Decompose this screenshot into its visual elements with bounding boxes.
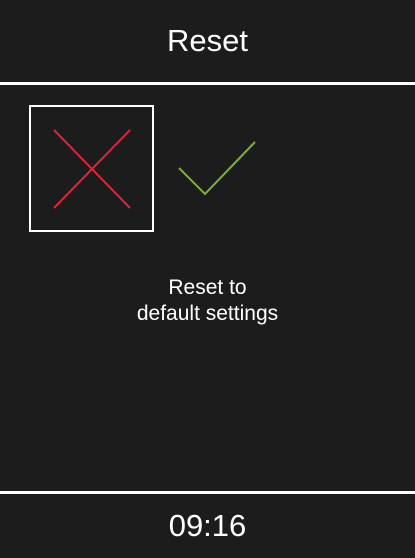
reset-message: Reset to default settings bbox=[0, 275, 415, 327]
header-divider bbox=[0, 82, 415, 85]
screen-title: Reset bbox=[167, 23, 248, 58]
message-line-2: default settings bbox=[136, 302, 279, 325]
reset-screen: Reset Reset to default settings 09:16 bbox=[0, 0, 415, 558]
cross-icon bbox=[52, 128, 131, 209]
confirm-button[interactable] bbox=[172, 130, 262, 206]
clock-time: 09:16 bbox=[168, 508, 247, 543]
checkmark-icon bbox=[178, 141, 256, 196]
cancel-button[interactable] bbox=[29, 105, 154, 232]
message-line-1: Reset to bbox=[168, 276, 247, 299]
